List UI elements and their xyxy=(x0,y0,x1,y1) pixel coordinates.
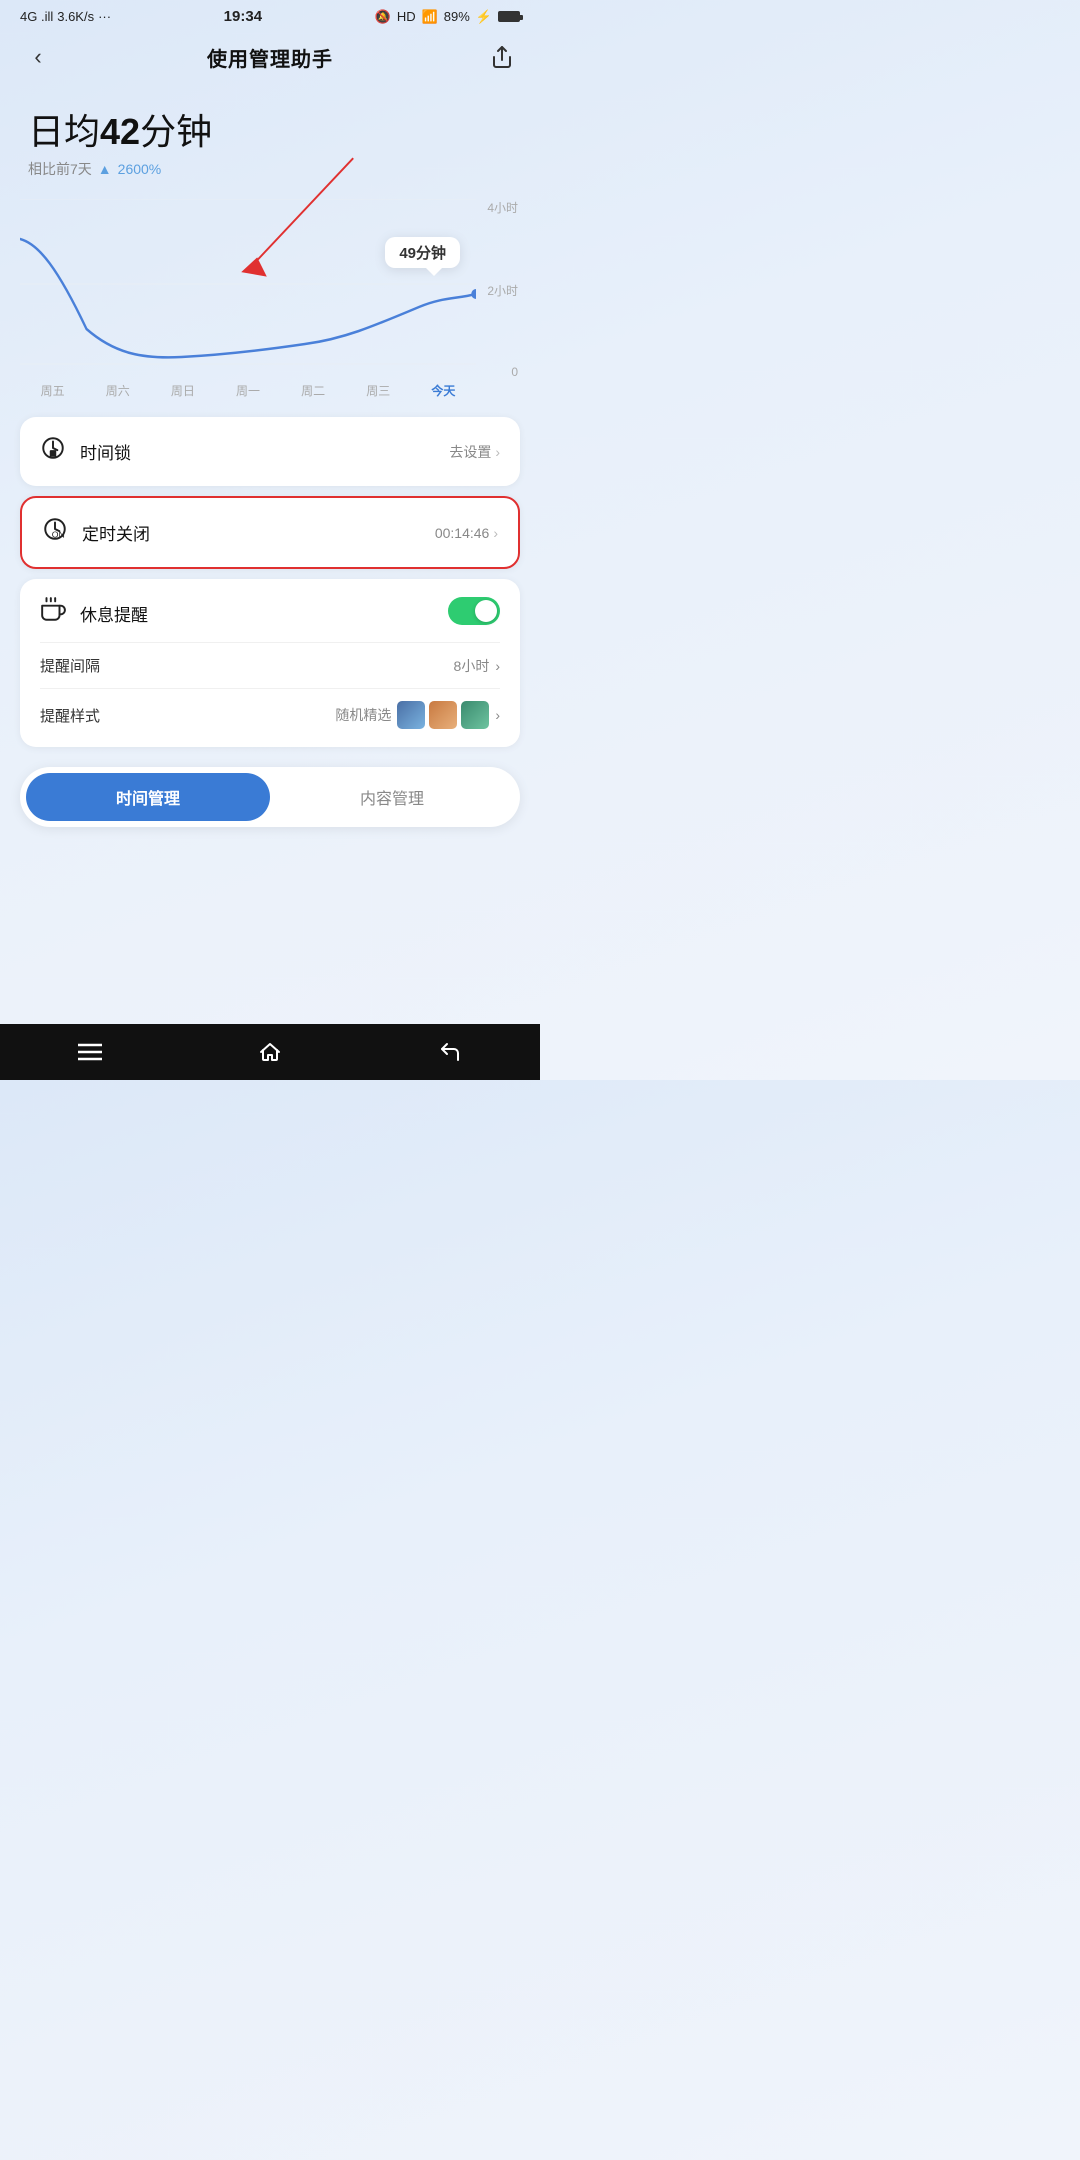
time-lock-row: 时间锁 去设置 › xyxy=(40,435,500,468)
day-sunday: 周日 xyxy=(171,382,195,399)
style-thumbnails xyxy=(397,701,489,729)
interval-label: 提醒间隔 xyxy=(40,655,100,676)
time-lock-icon xyxy=(40,435,66,468)
back-button[interactable]: ‹ xyxy=(20,39,56,75)
day-saturday: 周六 xyxy=(106,382,130,399)
day-friday: 周五 xyxy=(41,382,65,399)
timer-close-card[interactable]: ON 定时关闭 00:14:46 › xyxy=(20,496,520,569)
timer-close-chevron: › xyxy=(493,525,498,541)
page-title: 使用管理助手 xyxy=(207,43,333,72)
interval-chevron: › xyxy=(495,658,500,674)
charging-icon: ⚡ xyxy=(476,9,492,25)
status-time: 19:34 xyxy=(224,8,262,25)
interval-row[interactable]: 提醒间隔 8小时 › xyxy=(40,655,500,676)
svg-text:ON: ON xyxy=(52,530,65,540)
thumb-2 xyxy=(429,701,457,729)
share-button[interactable] xyxy=(484,39,520,75)
style-label: 提醒样式 xyxy=(40,705,100,726)
nav-bar: ‹ 使用管理助手 xyxy=(0,29,540,83)
thumb-3 xyxy=(461,701,489,729)
style-chevron: › xyxy=(495,707,500,723)
day-wednesday: 周三 xyxy=(366,382,390,399)
stats-value: 42 xyxy=(100,111,140,152)
style-row[interactable]: 提醒样式 随机精选 › xyxy=(40,701,500,729)
chart-svg xyxy=(20,199,476,369)
day-tuesday: 周二 xyxy=(301,382,325,399)
rest-reminder-toggle[interactable] xyxy=(448,597,500,630)
divider-2 xyxy=(40,688,500,689)
bottom-tab-bar: 时间管理 内容管理 xyxy=(20,767,520,827)
time-lock-label: 时间锁 xyxy=(80,439,131,464)
interval-value: 8小时 xyxy=(454,656,490,676)
status-right: 🔕 HD 📶 89% ⚡ xyxy=(375,9,520,25)
rest-reminder-icon xyxy=(40,597,66,630)
timer-close-value[interactable]: 00:14:46 › xyxy=(435,525,498,541)
comparison-label: 相比前7天 xyxy=(28,159,92,179)
cards-section: 时间锁 去设置 › ON xyxy=(0,399,540,747)
trend-arrow: ▲ xyxy=(98,161,112,177)
wifi-icon: 📶 xyxy=(422,9,438,25)
timer-close-time: 00:14:46 xyxy=(435,525,490,541)
nav-bottom xyxy=(0,1024,540,1080)
hd-label: HD xyxy=(397,9,416,24)
stats-prefix: 日均 xyxy=(28,111,100,152)
status-bar: 4G .ill 3.6K/s ··· 19:34 🔕 HD 📶 89% ⚡ xyxy=(0,0,540,29)
stats-subtitle: 相比前7天 ▲ 2600% xyxy=(28,159,512,179)
alarm-icon: 🔕 xyxy=(375,9,391,25)
status-dots: ··· xyxy=(98,9,111,24)
divider-1 xyxy=(40,642,500,643)
style-value: 随机精选 xyxy=(335,705,391,725)
timer-close-icon: ON xyxy=(42,516,68,549)
time-lock-card: 时间锁 去设置 › xyxy=(20,417,520,486)
rest-reminder-left: 休息提醒 xyxy=(40,597,148,630)
chart-tooltip: 49分钟 xyxy=(385,237,460,268)
chart-y-labels: 4小时 2小时 0 xyxy=(480,199,520,379)
stats-suffix: 分钟 xyxy=(140,111,212,152)
timer-close-label: 定时关闭 xyxy=(82,520,150,545)
time-lock-left: 时间锁 xyxy=(40,435,131,468)
battery-icon xyxy=(498,11,520,22)
thumb-1 xyxy=(397,701,425,729)
y-label-2h: 2小时 xyxy=(487,282,518,299)
style-value-group: 随机精选 › xyxy=(335,701,500,729)
timer-close-row: ON 定时关闭 00:14:46 › xyxy=(42,516,498,549)
trend-percent: 2600% xyxy=(118,161,162,177)
nav-home-button[interactable] xyxy=(258,1040,282,1064)
y-label-0: 0 xyxy=(511,365,518,379)
status-left: 4G .ill 3.6K/s ··· xyxy=(20,9,111,24)
chart-area: 4小时 2小时 0 周五 周六 周日 周一 周二 周三 今天 xyxy=(20,199,520,399)
time-lock-action-text: 去设置 xyxy=(449,442,491,462)
time-lock-action[interactable]: 去设置 › xyxy=(449,442,500,462)
tab-time-management[interactable]: 时间管理 xyxy=(26,773,270,821)
stats-title: 日均42分钟 xyxy=(28,103,512,155)
day-today: 今天 xyxy=(431,382,455,399)
battery-label: 89% xyxy=(444,9,470,24)
day-monday: 周一 xyxy=(236,382,260,399)
network-signal: 4G .ill xyxy=(20,9,53,24)
timer-close-left: ON 定时关闭 xyxy=(42,516,150,549)
nav-back-button[interactable] xyxy=(438,1040,462,1064)
stats-area: 日均42分钟 相比前7天 ▲ 2600% xyxy=(0,83,540,189)
rest-reminder-card: 休息提醒 提醒间隔 8小时 › 提醒样式 xyxy=(20,579,520,747)
tab-content-management[interactable]: 内容管理 xyxy=(270,773,514,821)
chart-x-labels: 周五 周六 周日 周一 周二 周三 今天 xyxy=(20,382,476,399)
time-lock-chevron: › xyxy=(495,444,500,460)
network-speed: 3.6K/s xyxy=(57,9,94,24)
tooltip-text: 49分钟 xyxy=(399,245,446,262)
nav-menu-button[interactable] xyxy=(78,1043,102,1061)
rest-reminder-row: 休息提醒 xyxy=(40,597,500,630)
y-label-4h: 4小时 xyxy=(487,199,518,216)
interval-value-group: 8小时 › xyxy=(454,656,500,676)
rest-reminder-label: 休息提醒 xyxy=(80,601,148,626)
